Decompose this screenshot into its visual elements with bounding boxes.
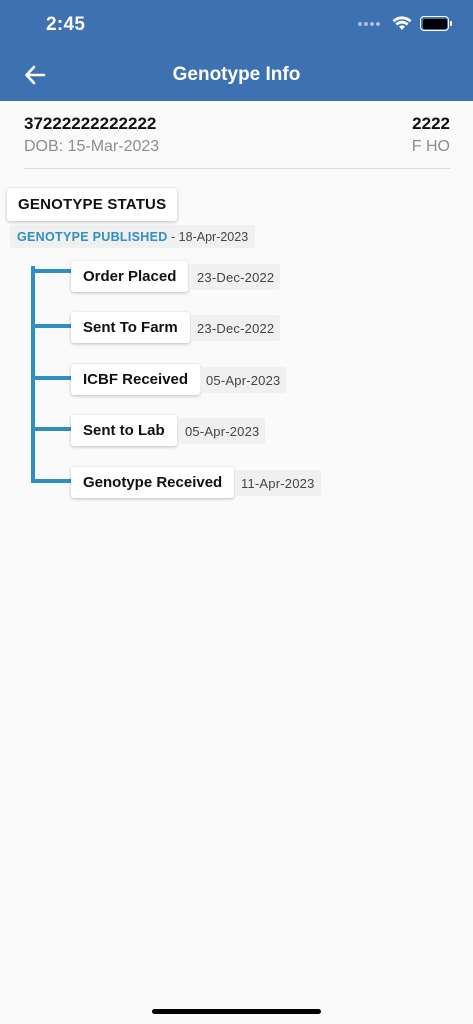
step-date: 05-Apr-2023 [179, 418, 266, 444]
status-time: 2:45 [46, 14, 86, 35]
timeline-connector [31, 376, 71, 380]
published-date: - 18-Apr-2023 [167, 229, 249, 244]
timeline-line [31, 266, 35, 483]
timeline-connector [31, 427, 71, 431]
animal-dob: DOB: 15-Mar-2023 [24, 138, 160, 155]
published-label: GENOTYPE PUBLISHED [17, 229, 168, 244]
step-date: 11-Apr-2023 [235, 470, 321, 496]
battery-icon [420, 16, 452, 31]
step-sent-to-farm: Sent To Farm [71, 312, 190, 343]
page-title: Genotype Info [172, 64, 301, 85]
step-sent-to-lab: Sent to Lab [71, 415, 177, 446]
timeline-connector [31, 479, 71, 483]
genotype-status-header: GENOTYPE STATUS [7, 188, 178, 221]
timeline-connector [31, 269, 71, 273]
app-header: 2:45 Genotype Info [0, 0, 473, 101]
step-date: 23-Dec-2022 [191, 315, 281, 341]
animal-summary: 37222222222222 DOB: 15-Mar-2023 2222 F H… [24, 112, 450, 169]
animal-breed: F HO [411, 138, 450, 155]
herd-number: 2222 [412, 114, 450, 133]
wifi-icon [392, 16, 412, 30]
step-icbf-received: ICBF Received [71, 364, 201, 395]
step-genotype-received: Genotype Received [71, 467, 235, 498]
animal-tag: 37222222222222 [24, 114, 157, 133]
timeline-connector [31, 324, 71, 328]
step-order-placed: Order Placed [71, 261, 189, 292]
status-icons [358, 16, 452, 31]
signal-icon [358, 21, 380, 26]
home-indicator[interactable] [152, 1009, 321, 1014]
step-date: 23-Dec-2022 [191, 264, 281, 290]
genotype-published-status: GENOTYPE PUBLISHED - 18-Apr-2023 [10, 225, 256, 248]
step-date: 05-Apr-2023 [200, 367, 287, 393]
